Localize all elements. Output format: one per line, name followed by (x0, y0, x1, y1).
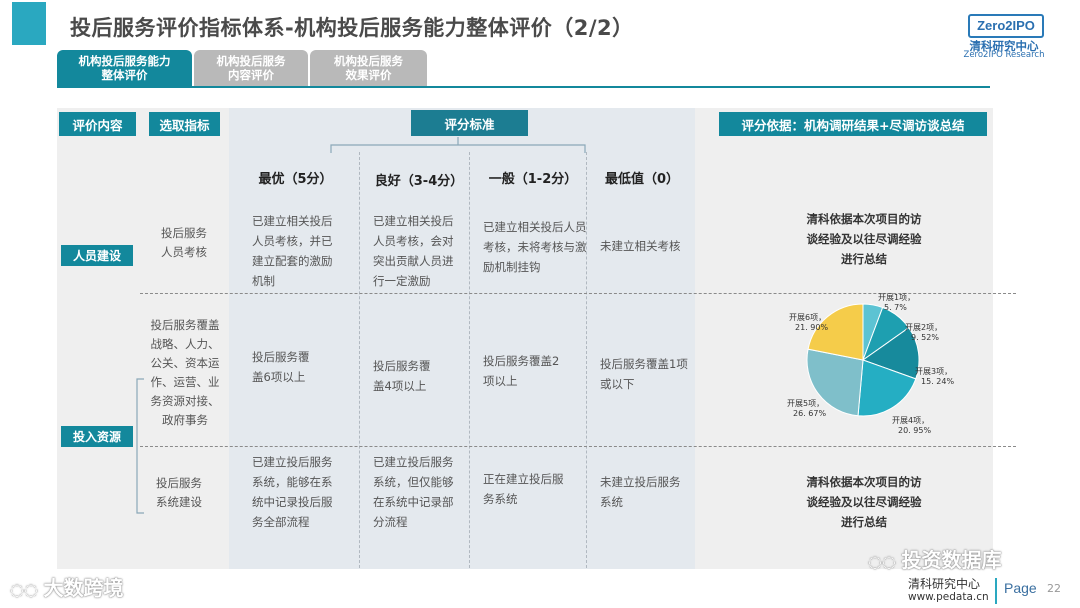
pie-label-3: 开展3项， (915, 367, 952, 376)
tab-effect-evaluation[interactable]: 机构投后服务 效果评价 (310, 50, 427, 86)
tab-label: 机构投后服务 内容评价 (216, 54, 286, 82)
pie-value-label-1: 5. 7% (884, 303, 907, 312)
column-divider (586, 152, 587, 568)
pie-value-label-4: 20. 95% (898, 426, 931, 435)
level-best: 最优（5分） (258, 172, 333, 187)
tab-label: 机构投后服务能力 整体评价 (78, 54, 171, 82)
watermark-right: ◌◌ 投资数据库 (868, 544, 1002, 573)
column-divider (359, 152, 360, 568)
watermark-left: ◌◌ 大数跨境 (10, 572, 124, 601)
indicator-personnel-assessment: 投后服务 人员考核 (161, 226, 207, 259)
pie-value-label-3: 15. 24% (921, 377, 954, 386)
logo-en-text: Zero2IPO Research (963, 50, 1045, 60)
category-personnel: 人员建设 (61, 245, 133, 266)
zero2ipo-logo: Zero2IPO (968, 14, 1044, 38)
footer-url[interactable]: www.pedata.cn (908, 591, 989, 603)
footer-org: 清科研究中心 (908, 577, 981, 591)
cell-r3-average: 正在建立投后服 务系统 (483, 472, 564, 506)
coverage-pie-chart: 开展1项，5. 7% 开展2项，9. 52% 开展3项，15. 24% 开展4项，20… (787, 293, 954, 435)
column-divider (469, 152, 470, 568)
pie-label-4: 开展4项， (892, 416, 929, 425)
header-indicator: 选取指标 (149, 112, 220, 136)
page-number: 22 (1047, 582, 1061, 595)
cell-r2-average: 投后服务覆盖2 项以上 (483, 354, 560, 388)
tab-overall-evaluation[interactable]: 机构投后服务能力 整体评价 (57, 50, 192, 86)
indicator-service-coverage: 投后服务覆盖 战略、人力、 公关、资本运 作、运营、业 务资源对接、 政府事务 (150, 318, 220, 427)
indicator-system-construction: 投后服务 系统建设 (156, 476, 202, 509)
page-label: Page (1004, 580, 1037, 596)
watermark-right-text: 投资数据库 (901, 548, 1002, 572)
wechat-bubble-icon: ◌◌ (10, 580, 44, 599)
pie-value-label-6: 21. 90% (795, 323, 828, 332)
page-title: 投后服务评价指标体系-机构投后服务能力整体评价（2/2） (70, 16, 634, 40)
cell-r1-good: 已建立相关投后 人员考核，会对 突出贡献人员进 行一定激励 (373, 214, 454, 288)
footer-divider (995, 578, 997, 604)
score-bracket (330, 137, 586, 153)
cell-r1-average: 已建立相关投后人员 考核，未将考核与激 励机制挂钩 (483, 220, 587, 274)
level-lowest: 最低值（0） (604, 172, 680, 187)
wechat-icon: ◌◌ (868, 552, 902, 571)
cell-r2-good: 投后服务覆 盖4项以上 (373, 359, 431, 393)
row-divider (140, 446, 1016, 447)
pie-label-1: 开展1项， (878, 293, 915, 302)
cell-r3-good: 已建立投后服务 系统，但仅能够 在系统中记录部 分流程 (373, 455, 454, 529)
pie-label-5: 开展5项， (787, 399, 824, 408)
tab-label: 机构投后服务 效果评价 (334, 54, 403, 82)
pie-value-label-5: 26. 67% (793, 409, 826, 418)
watermark-left-text: 大数跨境 (43, 576, 124, 600)
cell-r3-best: 已建立投后服务 系统，能够在系 统中记录投后服 务全部流程 (252, 455, 333, 529)
pie-label-6: 开展6项， (789, 313, 826, 322)
pie-value-label-2: 9. 52% (911, 333, 939, 342)
cell-r2-lowest: 投后服务覆盖1项 或以下 (600, 357, 688, 391)
level-good: 良好（3-4分） (374, 174, 464, 189)
basis-text-personnel: 清科依据本次项目的访 谈经验及以往尽调经验 进行总结 (806, 212, 922, 266)
title-accent-bar (12, 2, 46, 45)
basis-text-system: 清科依据本次项目的访 谈经验及以往尽调经验 进行总结 (806, 475, 922, 529)
tab-content-evaluation[interactable]: 机构投后服务 内容评价 (194, 50, 308, 86)
header-score-standard: 评分标准 (411, 110, 528, 136)
tab-underline (57, 86, 990, 88)
cell-r1-lowest: 未建立相关考核 (600, 239, 681, 253)
cell-r2-best: 投后服务覆 盖6项以上 (252, 350, 310, 384)
cell-r1-best: 已建立相关投后 人员考核，并已 建立配套的激励 机制 (252, 214, 333, 288)
header-content: 评价内容 (59, 112, 136, 136)
header-basis: 评分依据：机构调研结果+尽调访谈总结 (719, 112, 987, 136)
level-average: 一般（1-2分） (488, 172, 578, 187)
cell-r3-lowest: 未建立投后服务 系统 (600, 475, 681, 509)
pie-label-2: 开展2项， (905, 323, 942, 332)
category-resources: 投入资源 (61, 426, 133, 447)
